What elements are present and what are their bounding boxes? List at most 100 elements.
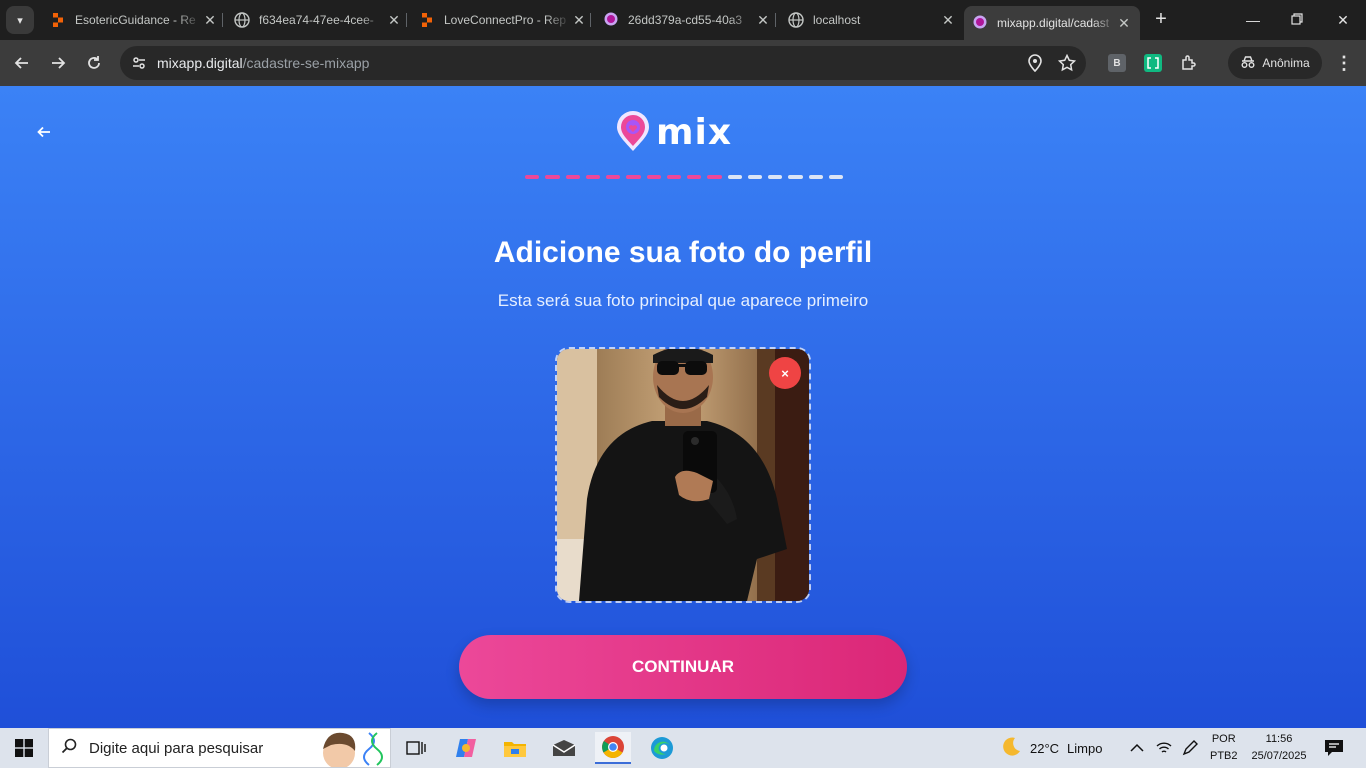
tab-close-icon[interactable]: ✕	[202, 12, 218, 29]
task-view-icon[interactable]	[398, 732, 434, 764]
continue-button[interactable]: CONTINUAR	[459, 635, 907, 699]
progress-step-complete	[687, 175, 702, 179]
tab-close-icon[interactable]: ✕	[571, 12, 587, 29]
globe-icon	[788, 12, 804, 28]
mix-pin-icon	[972, 15, 988, 31]
windows-taskbar: Digite aqui para pesquisar 22°C Limpo PO…	[0, 728, 1366, 768]
mail-icon[interactable]	[546, 732, 582, 764]
language-code: POR	[1211, 733, 1236, 745]
mix-pin-icon	[603, 12, 619, 28]
tab-separator	[590, 13, 591, 27]
browser-tab[interactable]: localhost ✕	[780, 6, 964, 34]
tab-separator	[406, 13, 407, 27]
tab-close-icon[interactable]: ✕	[1116, 15, 1132, 32]
weather-desc: Limpo	[1067, 740, 1103, 756]
extension-b-icon[interactable]: B	[1108, 54, 1126, 72]
replit-icon	[50, 12, 66, 28]
browser-menu-icon[interactable]: ⋮	[1334, 50, 1354, 76]
url-host: mixapp.digital	[157, 55, 243, 71]
signup-progress-bar	[525, 175, 843, 179]
restore-icon[interactable]	[1282, 8, 1312, 32]
page-title: Adicione sua foto do perfil	[493, 236, 873, 269]
close-window-icon[interactable]: ✕	[1328, 8, 1358, 32]
tab-title: f634ea74-47ee-4cee-	[259, 13, 374, 27]
taskbar-search-box[interactable]: Digite aqui para pesquisar	[48, 728, 391, 768]
incognito-icon	[1240, 55, 1256, 72]
back-button[interactable]	[32, 120, 56, 144]
globe-icon	[234, 12, 250, 28]
mix-pin-logo-icon	[617, 111, 649, 151]
tab-close-icon[interactable]: ✕	[940, 12, 956, 29]
progress-step-complete	[585, 175, 600, 179]
progress-step-complete	[565, 175, 580, 179]
browser-tab-active[interactable]: mixapp.digital/cadast ✕	[964, 6, 1140, 40]
progress-step-complete	[666, 175, 681, 179]
tab-search-button[interactable]: ▾	[6, 6, 34, 34]
url-path: /cadastre-se-mixapp	[242, 55, 370, 71]
progress-step-complete	[525, 175, 540, 179]
progress-step-pending	[788, 175, 803, 179]
moon-icon	[1000, 736, 1022, 761]
browser-tab[interactable]: f634ea74-47ee-4cee- ✕	[226, 6, 410, 34]
close-icon: ×	[781, 365, 789, 381]
file-explorer-icon[interactable]	[497, 732, 533, 764]
progress-step-pending	[808, 175, 823, 179]
replit-icon	[419, 12, 435, 28]
tab-separator	[222, 13, 223, 27]
extension-bracket-icon[interactable]	[1144, 54, 1162, 72]
reload-icon[interactable]	[80, 49, 108, 77]
language-indicator[interactable]: POR PTB2	[1210, 731, 1238, 765]
keyboard-layout: PTB2	[1210, 750, 1238, 762]
browser-tab[interactable]: LoveConnectPro - Rep ✕	[411, 6, 595, 34]
arrow-left-icon	[37, 126, 50, 138]
weather-widget[interactable]: 22°C Limpo	[1000, 728, 1102, 768]
incognito-indicator[interactable]: Anônima	[1228, 47, 1322, 79]
page-subtitle: Esta será sua foto principal que aparece…	[497, 291, 869, 310]
wifi-icon[interactable]	[1156, 728, 1172, 768]
progress-step-complete	[545, 175, 560, 179]
copilot-icon[interactable]	[448, 732, 484, 764]
incognito-label: Anônima	[1262, 56, 1310, 70]
tab-close-icon[interactable]: ✕	[755, 12, 771, 29]
back-arrow-icon[interactable]	[8, 49, 36, 77]
logo-text: mix	[656, 111, 733, 153]
windows-start-icon[interactable]	[0, 728, 48, 768]
minimize-icon[interactable]: —	[1238, 8, 1268, 32]
browser-tab[interactable]: EsotericGuidance - Re ✕	[42, 6, 226, 34]
new-tab-button[interactable]: +	[1150, 8, 1172, 30]
location-pin-icon[interactable]	[1025, 53, 1045, 73]
progress-step-complete	[707, 175, 722, 179]
site-settings-icon[interactable]	[128, 52, 150, 74]
search-placeholder: Digite aqui para pesquisar	[89, 739, 264, 757]
progress-step-complete	[626, 175, 641, 179]
search-highlight-illustration-icon	[317, 729, 387, 768]
browser-toolbar: mixapp.digital/cadastre-se-mixapp B Anôn…	[0, 40, 1366, 86]
mix-logo: mix	[614, 108, 754, 156]
progress-step-pending	[727, 175, 742, 179]
clock-date: 25/07/2025	[1251, 750, 1307, 762]
extensions-puzzle-icon[interactable]	[1180, 54, 1198, 72]
address-bar[interactable]: mixapp.digital/cadastre-se-mixapp	[120, 46, 1086, 80]
tab-title: localhost	[813, 13, 861, 27]
signup-page: mix Adicione sua foto do perfil Esta ser…	[0, 86, 1366, 728]
chrome-icon[interactable]	[595, 732, 631, 764]
tab-title: EsotericGuidance - Re	[75, 13, 196, 27]
edge-icon[interactable]	[644, 732, 680, 764]
progress-step-complete	[606, 175, 621, 179]
taskbar-clock[interactable]: 11:56 25/07/2025	[1246, 731, 1312, 765]
bookmark-star-icon[interactable]	[1057, 53, 1077, 73]
weather-temp: 22°C	[1030, 740, 1060, 756]
search-icon	[49, 738, 89, 759]
remove-photo-button[interactable]: ×	[769, 357, 801, 389]
notifications-icon[interactable]	[1324, 728, 1344, 768]
chevron-up-icon[interactable]	[1130, 728, 1144, 768]
forward-arrow-icon[interactable]	[44, 49, 72, 77]
pen-icon[interactable]	[1182, 728, 1198, 768]
tab-separator	[775, 13, 776, 27]
progress-step-pending	[747, 175, 762, 179]
profile-photo-upload[interactable]	[555, 347, 811, 603]
tab-close-icon[interactable]: ✕	[386, 12, 402, 29]
tab-title: LoveConnectPro - Rep	[444, 13, 567, 27]
profile-photo	[557, 349, 809, 601]
browser-tab[interactable]: 26dd379a-cd55-40a3 ✕	[595, 6, 779, 34]
